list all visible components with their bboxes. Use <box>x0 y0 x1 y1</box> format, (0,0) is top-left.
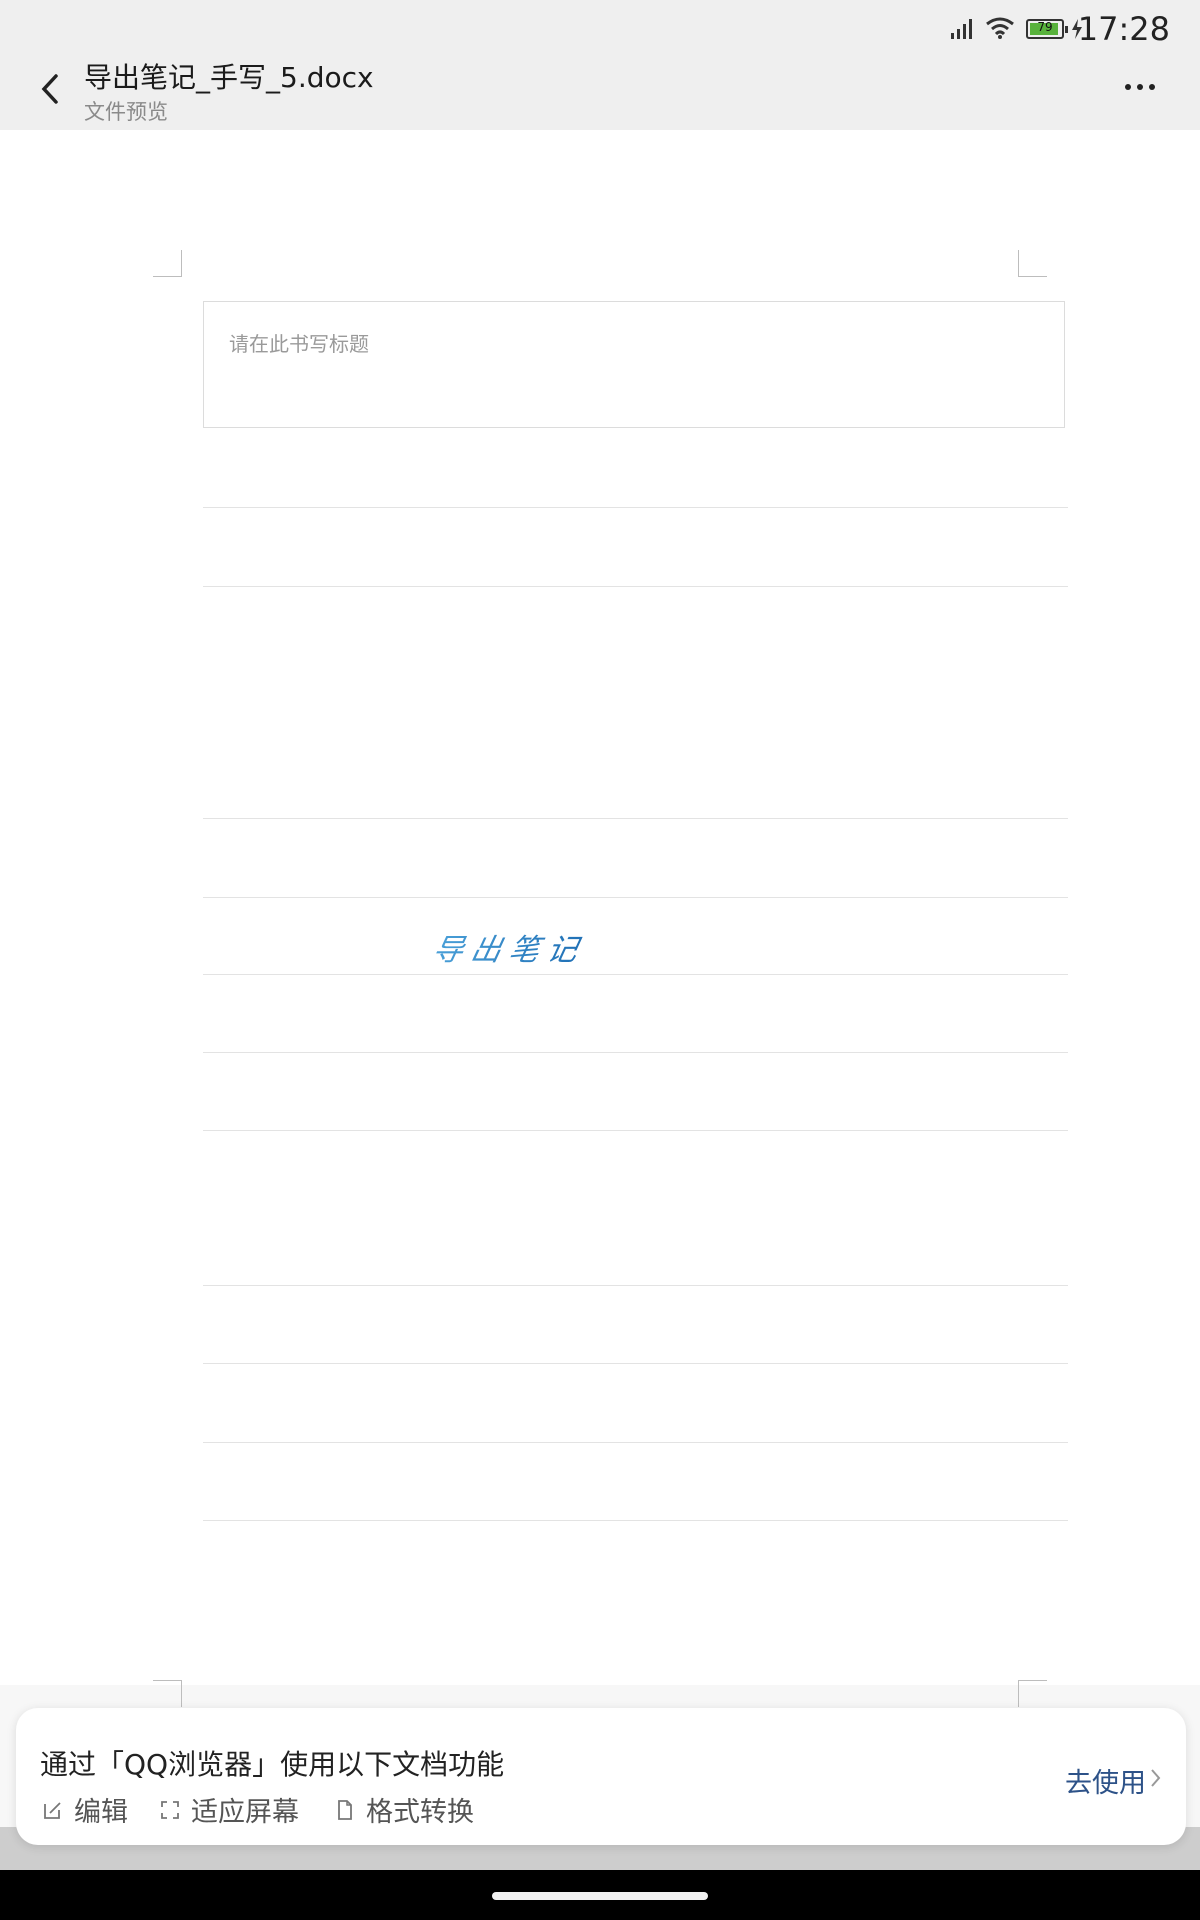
top-bar: 导出笔记_手写_5.docx 文件预览 <box>0 50 1200 130</box>
ruled-line <box>203 974 1068 975</box>
back-arrow-icon[interactable] <box>34 64 64 114</box>
edit-icon <box>44 1801 61 1819</box>
title-box: 请在此书写标题 <box>203 301 1065 428</box>
ruled-line <box>203 1442 1068 1443</box>
system-nav-bar <box>0 1870 1200 1920</box>
chevron-right-icon <box>1151 1769 1161 1787</box>
wifi-icon <box>986 17 1014 39</box>
signal-icon <box>951 19 972 39</box>
title-placeholder: 请在此书写标题 <box>229 332 369 356</box>
page-corner-marker <box>153 1680 182 1707</box>
file-title: 导出笔记_手写_5.docx <box>84 61 374 94</box>
ruled-line <box>203 1285 1068 1286</box>
ruled-line <box>203 897 1068 898</box>
ruled-line <box>203 1130 1068 1131</box>
go-use-button[interactable]: 去使用 <box>1065 1761 1146 1800</box>
feature-label: 编辑 <box>74 1797 128 1828</box>
feature-edit[interactable]: 编辑 <box>42 1790 128 1829</box>
ruled-line <box>203 507 1068 508</box>
feature-fit-screen[interactable]: 适应屏幕 <box>159 1790 299 1829</box>
ruled-line <box>203 586 1068 587</box>
more-icon[interactable] <box>1120 70 1160 100</box>
promo-text: 通过「QQ浏览器」使用以下文档功能 <box>40 1748 505 1781</box>
ruled-line <box>203 1520 1068 1521</box>
feature-label: 格式转换 <box>366 1797 474 1828</box>
battery-icon: 79 <box>1026 19 1068 39</box>
page-corner-marker <box>1018 1680 1047 1707</box>
feature-format-convert[interactable]: 格式转换 <box>334 1790 474 1829</box>
document-icon <box>338 1799 352 1820</box>
home-indicator[interactable] <box>492 1892 708 1900</box>
file-subtitle: 文件预览 <box>84 100 168 124</box>
fit-screen-icon <box>161 1800 179 1819</box>
ruled-line <box>203 818 1068 819</box>
document-preview[interactable]: 请在此书写标题 导出笔记 <box>0 130 1200 1707</box>
handwritten-text: 导出笔记 <box>429 925 590 969</box>
page-corner-marker <box>153 250 182 277</box>
ruled-line <box>203 1363 1068 1364</box>
page-corner-marker <box>1018 250 1047 277</box>
status-time: 17:28 <box>1077 10 1170 48</box>
feature-label: 适应屏幕 <box>191 1797 299 1828</box>
battery-level: 79 <box>1037 20 1053 34</box>
ruled-line <box>203 1052 1068 1053</box>
qq-browser-promo[interactable]: 通过「QQ浏览器」使用以下文档功能 编辑 适应屏幕 格式转换 去使用 <box>16 1708 1186 1845</box>
